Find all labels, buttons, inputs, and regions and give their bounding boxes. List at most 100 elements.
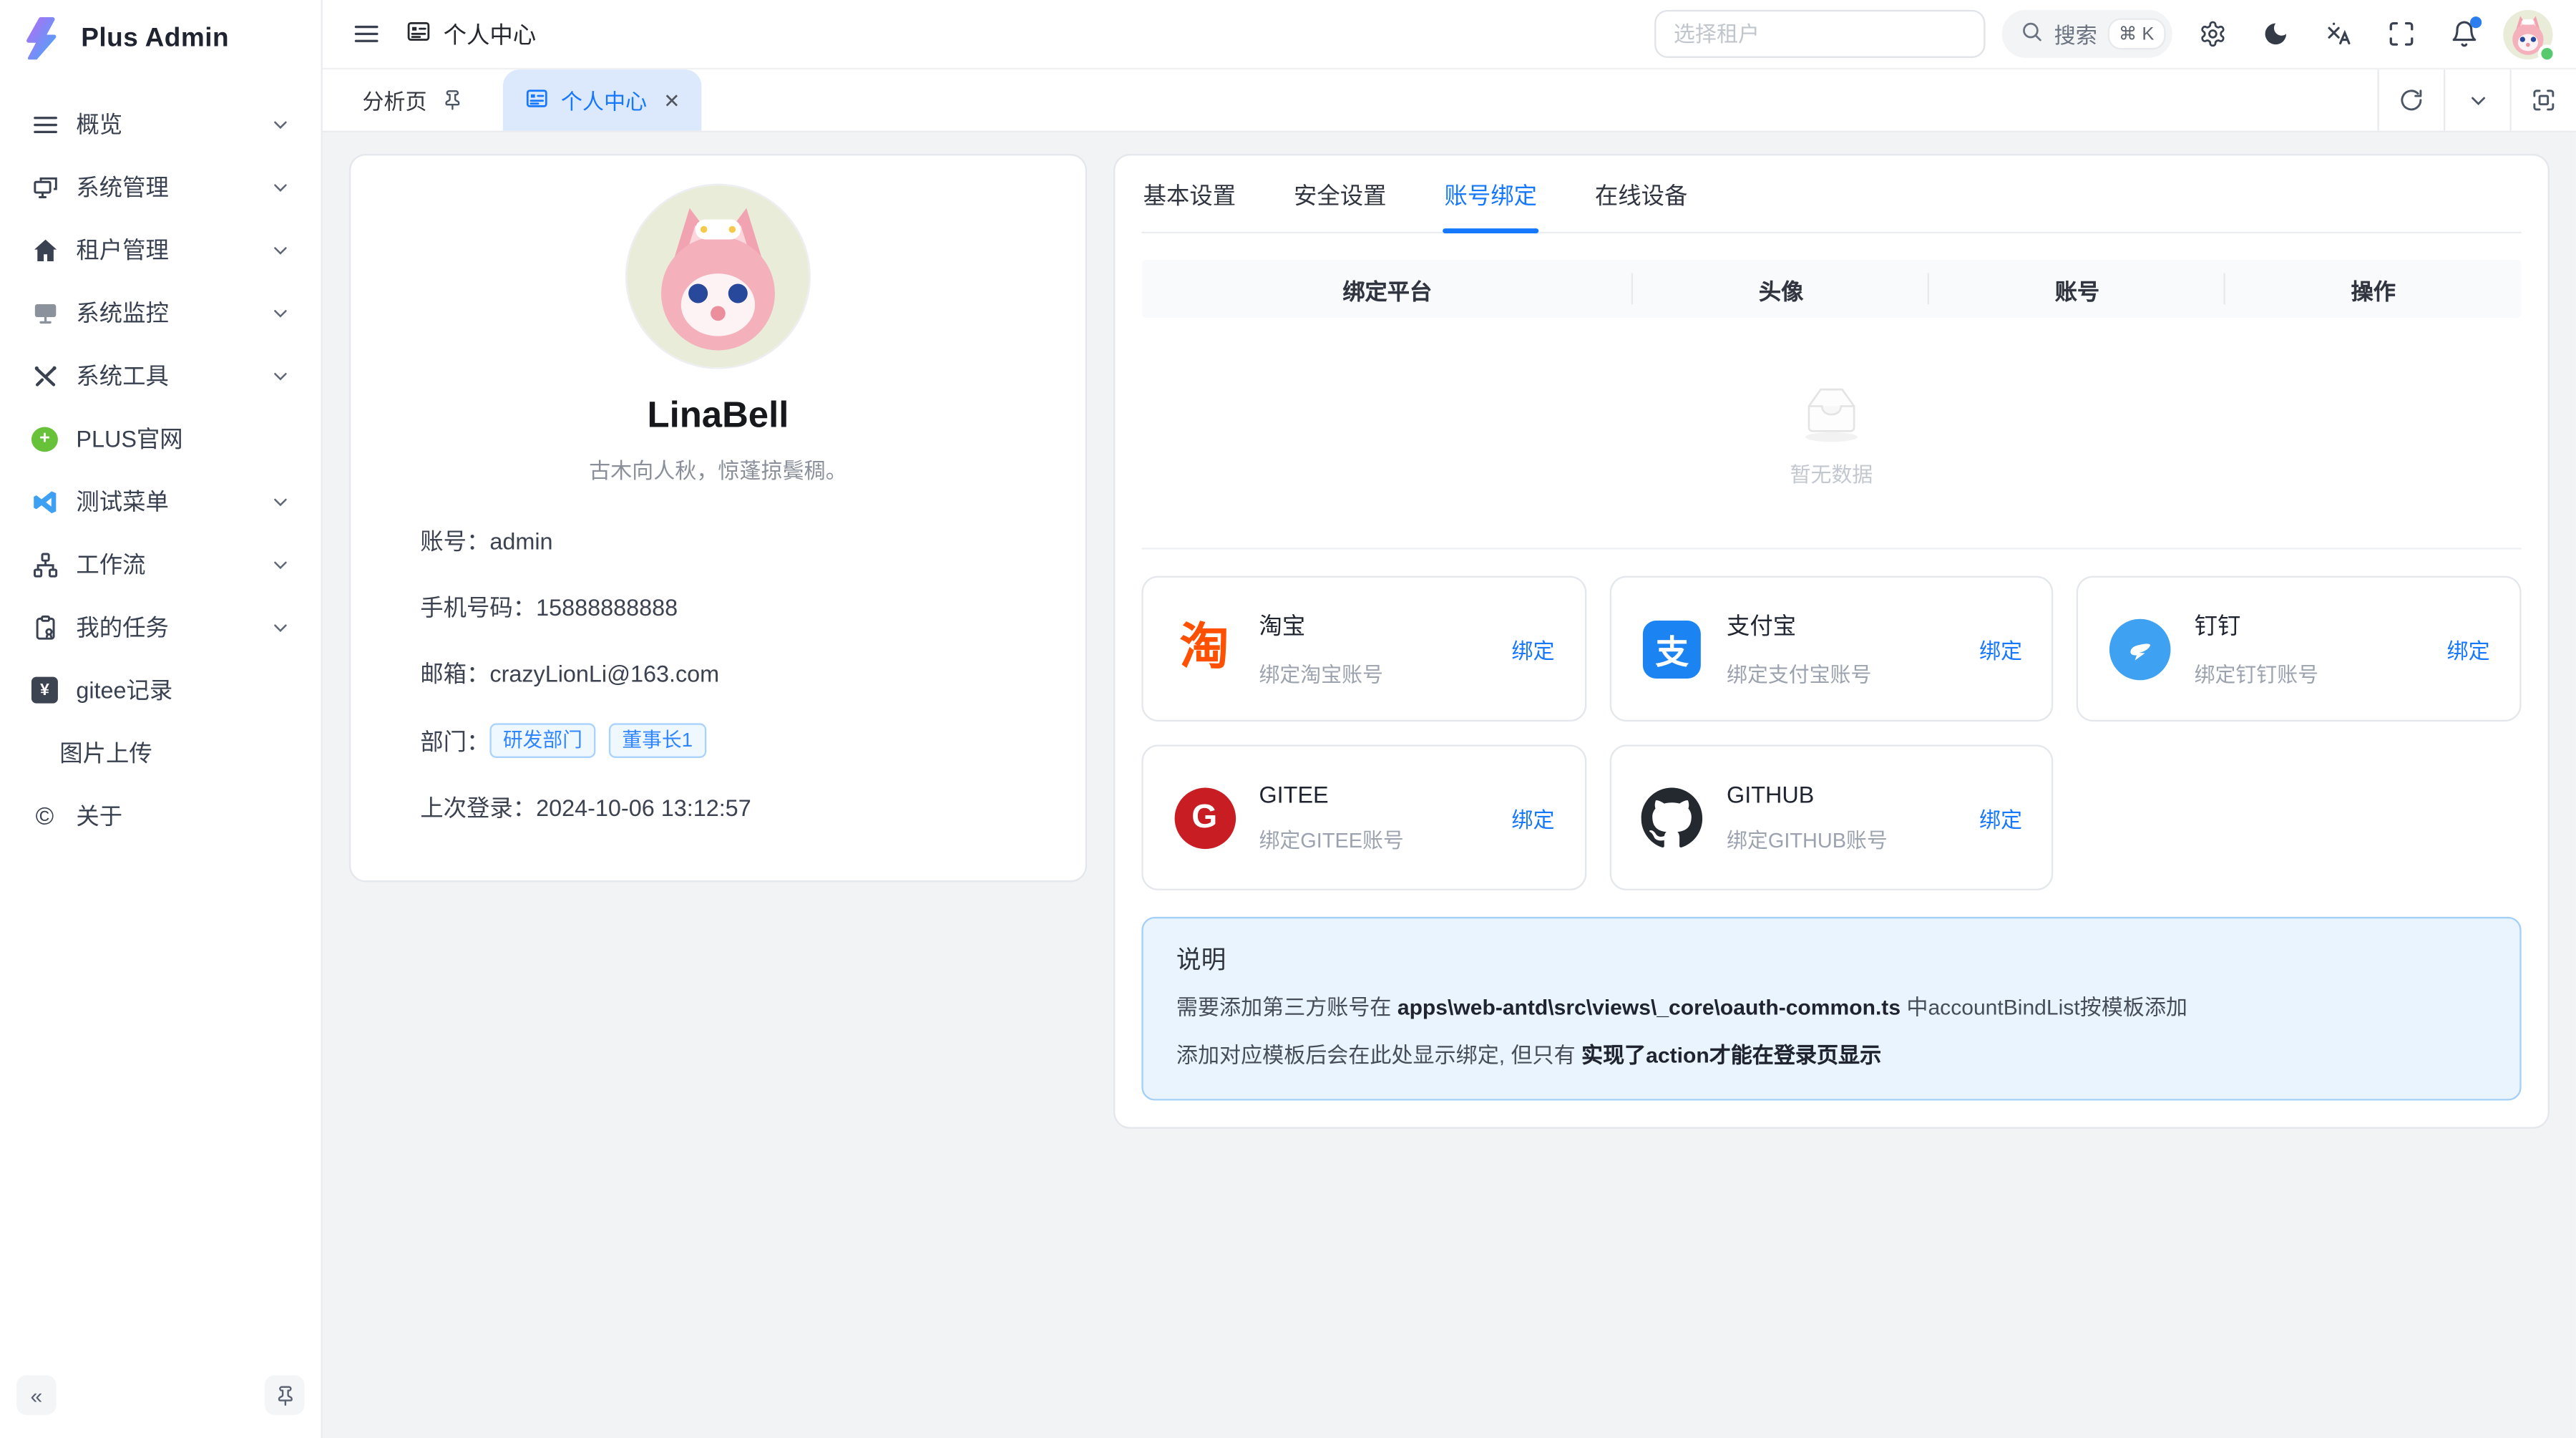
profile-name: LinaBell: [420, 394, 1015, 437]
binding-cards: 淘 淘宝 绑定淘宝账号 绑定 支 支付宝 绑定支付宝账号: [1141, 576, 2521, 890]
sidebar-item-my-tasks[interactable]: 我的任务: [13, 596, 308, 659]
chevron-down-icon: [270, 553, 291, 575]
tenant-select-input[interactable]: [1654, 10, 1984, 58]
sidebar-item-system-monitor[interactable]: 系统监控: [13, 281, 308, 344]
sidebar-item-overview[interactable]: 概览: [13, 92, 308, 155]
menu-icon: [30, 110, 60, 140]
profile-fields: 账号：admin 手机号码：15888888888 邮箱：crazyLionLi…: [420, 525, 1015, 824]
tab-basic-settings[interactable]: 基本设置: [1141, 155, 1237, 231]
empty-state: 暂无数据: [1141, 318, 2521, 550]
search-shortcut-badge: ⌘ K: [2109, 20, 2164, 48]
monitor-icon: [30, 298, 60, 328]
vscode-icon: [30, 487, 60, 517]
dingtalk-icon: [2108, 617, 2171, 680]
alipay-icon: 支: [1641, 617, 1704, 680]
close-icon[interactable]: ✕: [663, 89, 680, 112]
translate-icon[interactable]: [2315, 11, 2361, 57]
bind-taobao-link[interactable]: 绑定: [1511, 633, 1554, 664]
gitee-icon: G: [1173, 786, 1236, 849]
chevron-down-icon: [270, 113, 291, 135]
tabbar: 分析页 个人中心 ✕: [323, 69, 2576, 132]
sidebar-item-system-tools[interactable]: 系统工具: [13, 344, 308, 407]
sidebar-item-image-upload[interactable]: 图片上传: [13, 722, 308, 784]
app-root: Plus Admin 概览 系统管理 租户管理: [0, 0, 2576, 1438]
bind-card-gitee: G GITEE 绑定GITEE账号 绑定: [1141, 744, 1586, 890]
header: 个人中心 搜索 ⌘ K: [323, 0, 2576, 69]
bind-gitee-link[interactable]: 绑定: [1511, 802, 1554, 833]
maximize-view-icon[interactable]: [2509, 69, 2575, 131]
notice-title: 说明: [1176, 942, 2487, 977]
notice-line-1: 需要添加第三方账号在 apps\web-antd\src\views\_core…: [1176, 991, 2487, 1024]
profile-avatar[interactable]: [627, 185, 809, 367]
sidebar-item-system-management[interactable]: 系统管理: [13, 155, 308, 218]
settings-gear-icon[interactable]: [2189, 11, 2235, 57]
home-icon: [30, 235, 60, 265]
workflow-icon: [30, 550, 60, 580]
bind-card-taobao: 淘 淘宝 绑定淘宝账号 绑定: [1141, 576, 1586, 722]
sidebar-nav: 概览 系统管理 租户管理 系: [0, 79, 321, 1366]
sidebar: Plus Admin 概览 系统管理 租户管理: [0, 0, 323, 1438]
profile-card-icon: [405, 18, 431, 49]
chevron-down-icon: [270, 302, 291, 324]
chevron-down-icon: [270, 176, 291, 198]
moon-icon[interactable]: [2252, 11, 2298, 57]
hamburger-menu-icon[interactable]: [343, 11, 389, 57]
chevron-down-icon: [270, 365, 291, 387]
global-search[interactable]: 搜索 ⌘ K: [2001, 10, 2172, 58]
chevron-down-icon[interactable]: [2444, 69, 2509, 131]
copyright-icon: ©: [30, 801, 60, 831]
sidebar-item-workflow[interactable]: 工作流: [13, 533, 308, 596]
empty-text: 暂无数据: [1790, 456, 1873, 487]
department-tag: 董事长1: [609, 723, 706, 758]
tab-account-binding[interactable]: 账号绑定: [1443, 155, 1538, 231]
field-phone: 手机号码：15888888888: [420, 591, 1015, 623]
bind-alipay-link[interactable]: 绑定: [1979, 633, 2022, 664]
online-status-dot: [2538, 44, 2556, 62]
pin-icon[interactable]: [441, 89, 463, 111]
profile-card: LinaBell 古木向人秋，惊蓬掠鬓稠。 账号：admin 手机号码：1588…: [349, 154, 1087, 882]
bell-icon[interactable]: [2440, 11, 2487, 57]
github-icon: [1641, 786, 1704, 849]
department-tag: 研发部门: [489, 723, 595, 758]
clipboard-icon: [30, 612, 60, 642]
tab-online-devices[interactable]: 在线设备: [1594, 155, 1689, 231]
taobao-icon: 淘: [1173, 617, 1236, 680]
logo[interactable]: Plus Admin: [0, 0, 321, 79]
tab-analysis[interactable]: 分析页: [323, 69, 483, 131]
settings-panel: 基本设置 安全设置 账号绑定 在线设备 绑定平台 头像 账号 操作 暂无数据: [1113, 154, 2550, 1129]
system-screens-icon: [30, 172, 60, 202]
notification-badge: [2470, 16, 2482, 27]
binding-table-header: 绑定平台 头像 账号 操作: [1141, 260, 2521, 318]
tab-profile-center[interactable]: 个人中心 ✕: [503, 69, 702, 131]
sidebar-item-about[interactable]: © 关于: [13, 784, 308, 847]
bind-card-alipay: 支 支付宝 绑定支付宝账号 绑定: [1609, 576, 2054, 722]
notice-line-2: 添加对应模板后会在此处显示绑定, 但只有 实现了action才能在登录页显示: [1176, 1039, 2487, 1071]
logo-icon: [23, 16, 66, 64]
sidebar-item-test-menu[interactable]: 测试菜单: [13, 470, 308, 533]
profile-motto: 古木向人秋，惊蓬掠鬓稠。: [420, 454, 1015, 485]
user-avatar[interactable]: [2503, 9, 2552, 59]
field-email: 邮箱：crazyLionLi@163.com: [420, 657, 1015, 690]
search-icon: [2019, 20, 2042, 48]
sidebar-item-plus-website[interactable]: + PLUS官网: [13, 407, 308, 470]
chevron-down-icon: [270, 491, 291, 512]
fullscreen-icon[interactable]: [2377, 11, 2424, 57]
refresh-icon[interactable]: [2377, 69, 2443, 131]
sidebar-collapse-button[interactable]: «: [16, 1375, 56, 1414]
field-last-login: 上次登录：2024-10-06 13:12:57: [420, 791, 1015, 824]
bind-github-link[interactable]: 绑定: [1979, 802, 2022, 833]
content: LinaBell 古木向人秋，惊蓬掠鬓稠。 账号：admin 手机号码：1588…: [323, 132, 2576, 1438]
tab-security-settings[interactable]: 安全设置: [1292, 155, 1388, 231]
main-area: 个人中心 搜索 ⌘ K: [323, 0, 2576, 1438]
chevron-down-icon: [270, 239, 291, 261]
panel-tabs: 基本设置 安全设置 账号绑定 在线设备: [1141, 155, 2521, 233]
bind-card-dingtalk: 钉钉 绑定钉钉账号 绑定: [2077, 576, 2521, 722]
field-department: 部门： 研发部门 董事长1: [420, 723, 1015, 758]
sidebar-pin-button[interactable]: [265, 1375, 304, 1414]
sidebar-item-tenant-management[interactable]: 租户管理: [13, 218, 308, 281]
empty-inbox-icon: [1793, 378, 1869, 449]
sidebar-footer: «: [0, 1365, 321, 1438]
breadcrumb[interactable]: 个人中心: [405, 17, 536, 50]
sidebar-item-gitee-records[interactable]: ¥ gitee记录: [13, 659, 308, 722]
bind-dingtalk-link[interactable]: 绑定: [2447, 633, 2490, 664]
